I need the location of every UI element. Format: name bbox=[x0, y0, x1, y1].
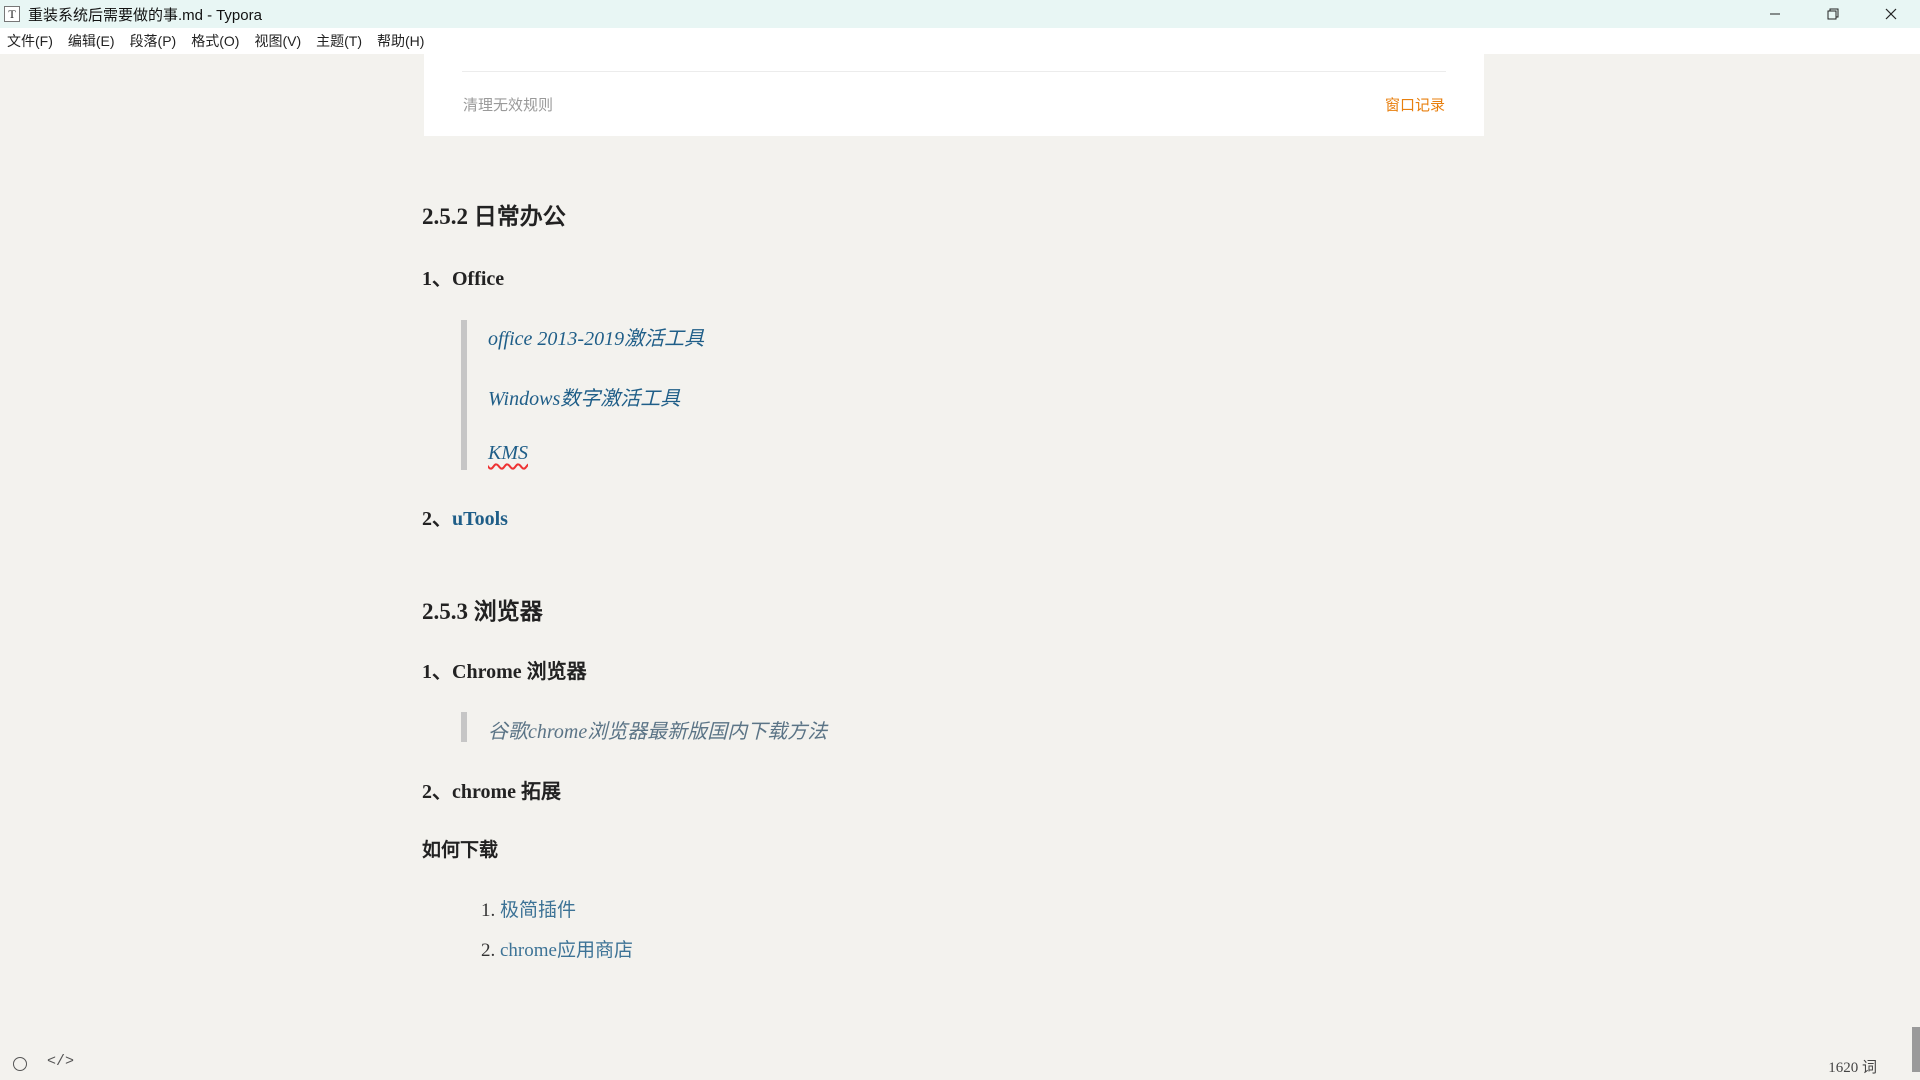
utools-prefix: 2、 bbox=[422, 508, 452, 530]
clean-rules-link[interactable]: 清理无效规则 bbox=[463, 94, 553, 115]
heading-daily-office: 2.5.2 日常办公 bbox=[422, 204, 566, 229]
source-code-icon[interactable]: </> bbox=[47, 1053, 74, 1070]
document-editor[interactable]: 清理无效规则 窗口记录 2.5.2 日常办公 1、Office office 2… bbox=[0, 54, 1920, 1054]
restore-button[interactable] bbox=[1804, 0, 1862, 28]
quote-link-chrome-download[interactable]: 谷歌chrome浏览器最新版国内下载方法 bbox=[488, 715, 827, 744]
heading-office: 1、Office bbox=[422, 268, 505, 290]
menu-help[interactable]: 帮助(H) bbox=[377, 31, 424, 51]
heading-browser: 2.5.3 浏览器 bbox=[422, 599, 543, 624]
quote-link-office-activation[interactable]: office 2013-2019激活工具 bbox=[488, 322, 704, 351]
window-controls bbox=[1746, 0, 1920, 28]
list-number: 1. bbox=[481, 900, 496, 921]
typora-app-icon: T bbox=[4, 6, 20, 22]
window-title: 重装系统后需要做的事.md - Typora bbox=[28, 6, 262, 24]
how-to-download-text: 如何下载 bbox=[422, 840, 499, 861]
scrollbar-thumb[interactable] bbox=[1912, 1027, 1920, 1072]
menu-file[interactable]: 文件(F) bbox=[7, 31, 53, 51]
minimize-button[interactable] bbox=[1746, 0, 1804, 28]
utools-link[interactable]: uTools bbox=[452, 508, 508, 530]
list-number: 2. bbox=[481, 940, 496, 961]
menu-bar: 文件(F) 编辑(E) 段落(P) 格式(O) 视图(V) 主题(T) 帮助(H… bbox=[0, 28, 1920, 54]
status-bar: </> 1620 词 bbox=[0, 1050, 1920, 1080]
menu-view[interactable]: 视图(V) bbox=[254, 31, 301, 51]
window-records-link[interactable]: 窗口记录 bbox=[1385, 94, 1445, 115]
close-button[interactable] bbox=[1862, 0, 1920, 28]
quote-link-kms[interactable]: KMS bbox=[488, 442, 528, 465]
outline-toggle-icon[interactable] bbox=[13, 1057, 27, 1071]
menu-theme[interactable]: 主题(T) bbox=[316, 31, 362, 51]
embedded-content-card: 清理无效规则 窗口记录 bbox=[424, 54, 1484, 136]
menu-edit[interactable]: 编辑(E) bbox=[68, 31, 115, 51]
kms-text: KMS bbox=[488, 442, 528, 464]
restore-icon bbox=[1827, 8, 1839, 20]
minimize-icon bbox=[1770, 13, 1780, 15]
word-count[interactable]: 1620 词 bbox=[1828, 1056, 1877, 1077]
blockquote-bar bbox=[461, 320, 467, 470]
card-divider bbox=[462, 71, 1446, 72]
close-icon bbox=[1885, 8, 1897, 20]
heading-utools: 2、uTools bbox=[422, 502, 508, 531]
menu-format[interactable]: 格式(O) bbox=[191, 31, 239, 51]
chrome-web-store-link[interactable]: chrome应用商店 bbox=[500, 940, 633, 961]
heading-chrome: 1、Chrome 浏览器 bbox=[422, 661, 587, 683]
minimal-plugins-link[interactable]: 极简插件 bbox=[500, 900, 576, 921]
blockquote-bar-chrome bbox=[461, 712, 467, 742]
list-item: 1. 极简插件 bbox=[481, 895, 576, 922]
list-item: 2. chrome应用商店 bbox=[481, 935, 633, 962]
heading-chrome-extensions: 2、chrome 拓展 bbox=[422, 781, 562, 803]
quote-link-windows-activation[interactable]: Windows数字激活工具 bbox=[488, 382, 680, 411]
menu-paragraph[interactable]: 段落(P) bbox=[130, 31, 177, 51]
title-bar: T 重装系统后需要做的事.md - Typora bbox=[0, 0, 1920, 28]
